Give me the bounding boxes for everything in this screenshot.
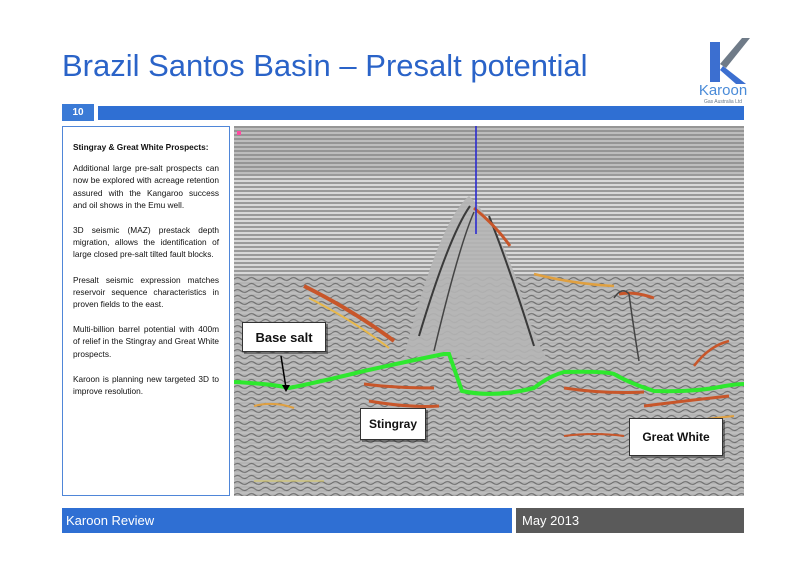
logo-text: Karoon	[698, 82, 748, 99]
side-panel-paragraph: Multi-billion barrel potential with 400m…	[73, 324, 219, 359]
side-panel-paragraph: 3D seismic (MAZ) prestack depth migratio…	[73, 225, 219, 260]
seismic-section-image: Base salt Stingray Great White	[234, 126, 744, 496]
footer-date: May 2013	[516, 508, 744, 533]
header-bar	[98, 106, 744, 120]
side-panel-heading: Stingray & Great White Prospects:	[73, 142, 209, 152]
side-panel-paragraph: Additional large pre-salt prospects can …	[73, 163, 219, 210]
side-panel: Stingray & Great White Prospects: Additi…	[62, 126, 230, 496]
great-white-label: Great White	[629, 418, 723, 456]
base-salt-label: Base salt	[242, 322, 326, 352]
slide-number: 10	[62, 104, 94, 121]
logo-tagline: Gas Australia Ltd	[703, 99, 743, 105]
page-title: Brazil Santos Basin – Presalt potential	[62, 48, 588, 83]
side-panel-paragraph: Karoon is planning new targeted 3D to im…	[73, 373, 219, 397]
side-panel-paragraph: Presalt seismic expression matches reser…	[73, 274, 219, 310]
footer-left: Karoon Review	[62, 508, 512, 533]
stingray-label: Stingray	[360, 408, 426, 440]
